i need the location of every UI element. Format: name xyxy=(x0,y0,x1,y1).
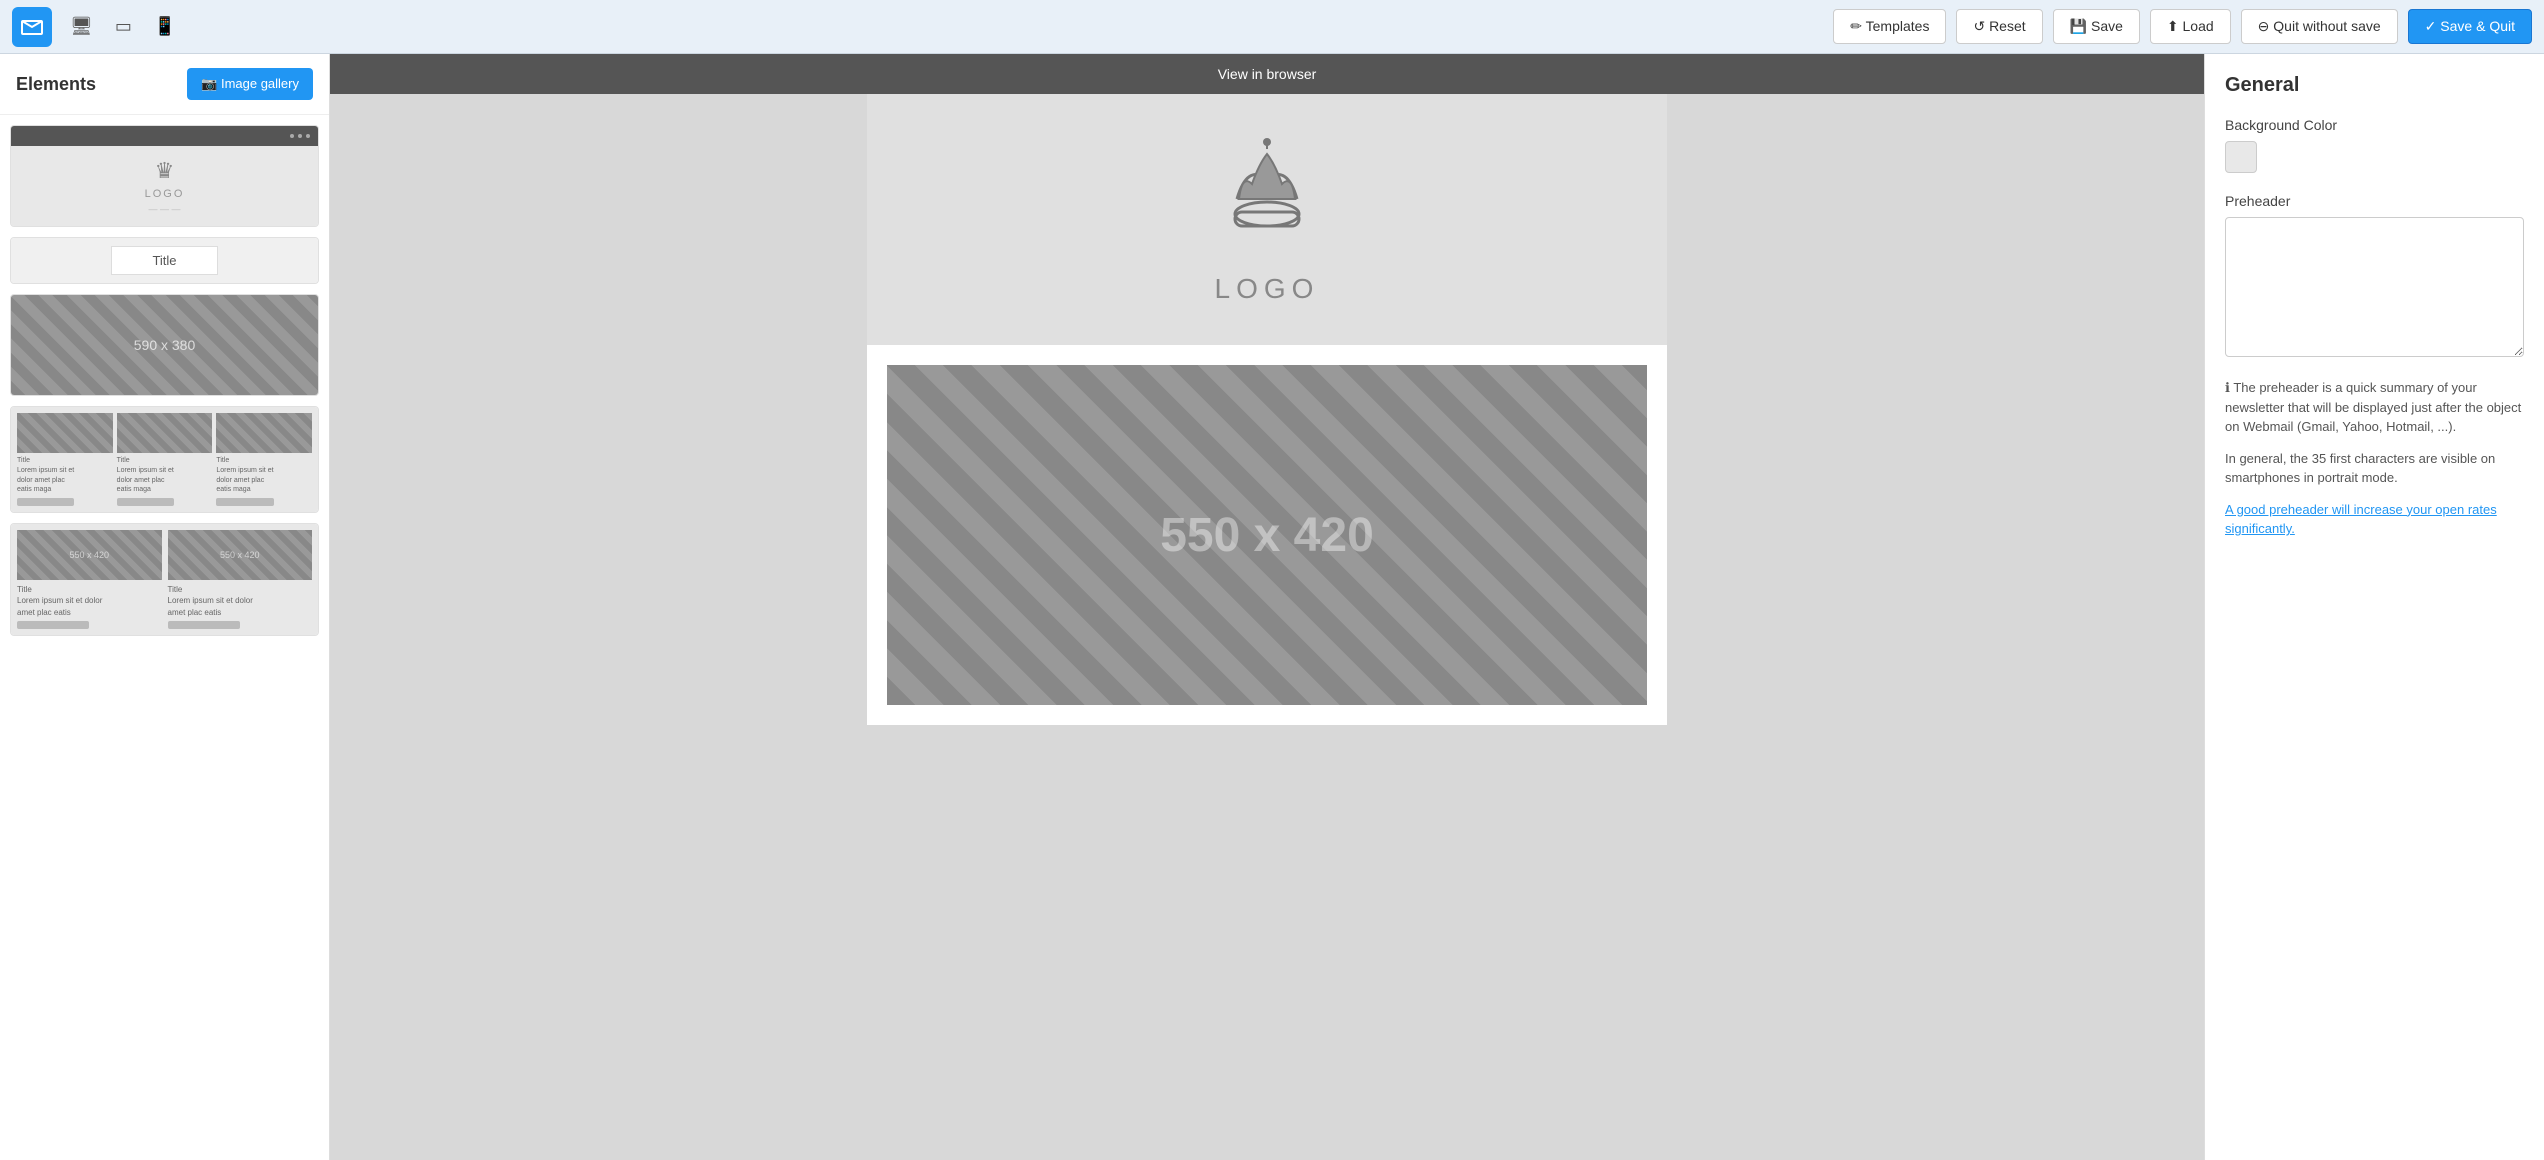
element-3col[interactable]: TitleLorem ipsum sit etdolor amet placea… xyxy=(10,406,319,513)
element-image-590[interactable]: 590 x 380 xyxy=(10,294,319,396)
thumb-col-btn-2 xyxy=(117,498,174,506)
save-quit-button[interactable]: ✓ Save & Quit xyxy=(2408,9,2532,44)
elements-title: Elements xyxy=(16,74,96,95)
thumb-3col: TitleLorem ipsum sit etdolor amet placea… xyxy=(11,407,318,512)
left-panel: Elements 📷 Image gallery ♛ LOGO — — — xyxy=(0,54,330,1160)
thumb-sub-text: — — — xyxy=(148,204,180,214)
element-title[interactable]: Title xyxy=(10,237,319,284)
save-button[interactable]: 💾 Save xyxy=(2053,9,2140,44)
navbar: 🖥 ▭ 📱 ✏ Templates ↺ Reset 💾 Save ⬆ Load … xyxy=(0,0,2544,54)
thumb-2col-btn-1 xyxy=(17,621,89,629)
thumb-col-1: TitleLorem ipsum sit etdolor amet placea… xyxy=(17,413,113,506)
thumb-col-text-1: TitleLorem ipsum sit etdolor amet placea… xyxy=(17,456,113,495)
thumb-col-btn-3 xyxy=(216,498,273,506)
mobile-view-button[interactable]: 📱 xyxy=(146,12,184,41)
thumb-2col: 550 x 420 TitleLorem ipsum sit et dolora… xyxy=(11,524,318,635)
canvas-crown-icon xyxy=(1217,134,1317,263)
thumb-crown-icon: ♛ xyxy=(155,158,175,184)
main-layout: Elements 📷 Image gallery ♛ LOGO — — — xyxy=(0,54,2544,1160)
canvas-logo-text: LOGO xyxy=(1215,273,1320,305)
thumb-col-img-3 xyxy=(216,413,312,453)
thumb-col-2: TitleLorem ipsum sit etdolor amet placea… xyxy=(117,413,213,506)
thumb-col-3: TitleLorem ipsum sit etdolor amet placea… xyxy=(216,413,312,506)
thumb-2col-text-1: TitleLorem ipsum sit et doloramet plac e… xyxy=(17,584,162,618)
thumb-title-area: Title xyxy=(11,238,318,283)
general-title: General xyxy=(2225,74,2524,97)
elements-list: ♛ LOGO — — — Title 590 x 380 xyxy=(0,115,329,646)
left-panel-header: Elements 📷 Image gallery xyxy=(0,54,329,115)
thumb-image-area: 590 x 380 xyxy=(11,295,318,395)
thumb-col-img-1 xyxy=(17,413,113,453)
thumb-2col-item-1: 550 x 420 TitleLorem ipsum sit et dolora… xyxy=(17,530,162,629)
thumb-3col-row: TitleLorem ipsum sit etdolor amet placea… xyxy=(17,413,312,506)
thumb-col-text-3: TitleLorem ipsum sit etdolor amet placea… xyxy=(216,456,312,495)
app-logo xyxy=(12,7,52,47)
thumb-nav-bar xyxy=(11,126,318,146)
email-canvas: LOGO 550 x 420 xyxy=(867,94,1667,725)
thumb-2col-img-1: 550 x 420 xyxy=(17,530,162,580)
canvas-big-image: 550 x 420 xyxy=(887,365,1647,705)
thumb-2col-item-2: 550 x 420 TitleLorem ipsum sit et dolora… xyxy=(168,530,313,629)
center-canvas: View in browser LOGO xyxy=(330,54,2204,1160)
element-nav-logo[interactable]: ♛ LOGO — — — xyxy=(10,125,319,227)
tablet-view-button[interactable]: ▭ xyxy=(107,12,140,41)
preheader-link[interactable]: A good preheader will increase your open… xyxy=(2225,502,2497,537)
nav-dot-1 xyxy=(290,134,294,138)
thumb-2col-row: 550 x 420 TitleLorem ipsum sit et dolora… xyxy=(17,530,312,629)
thumb-logo-text: LOGO xyxy=(145,188,185,200)
preheader-label: Preheader xyxy=(2225,193,2524,209)
element-2col[interactable]: 550 x 420 TitleLorem ipsum sit et dolora… xyxy=(10,523,319,636)
preheader-info-1: ℹ The preheader is a quick summary of yo… xyxy=(2225,378,2524,437)
thumb-2col-text-2: TitleLorem ipsum sit et doloramet plac e… xyxy=(168,584,313,618)
canvas-logo-section: LOGO xyxy=(867,94,1667,345)
view-in-browser-bar: View in browser xyxy=(330,54,2204,94)
preheader-input[interactable] xyxy=(2225,217,2524,357)
nav-dot-3 xyxy=(306,134,310,138)
device-buttons: 🖥 ▭ 📱 xyxy=(62,12,184,41)
right-panel: General Background Color Preheader ℹ The… xyxy=(2204,54,2544,1160)
thumb-2col-btn-2 xyxy=(168,621,240,629)
templates-button[interactable]: ✏ Templates xyxy=(1833,9,1946,44)
background-color-label: Background Color xyxy=(2225,117,2524,133)
quit-without-save-button[interactable]: ⊖ Quit without save xyxy=(2241,9,2398,44)
load-button[interactable]: ⬆ Load xyxy=(2150,9,2231,44)
image-gallery-button[interactable]: 📷 Image gallery xyxy=(187,68,313,100)
thumb-image-label: 590 x 380 xyxy=(134,337,196,353)
preheader-info-2: In general, the 35 first characters are … xyxy=(2225,449,2524,488)
thumb-title-box: Title xyxy=(111,246,217,275)
thumb-logo-area: ♛ LOGO — — — xyxy=(11,146,318,226)
canvas-big-label: 550 x 420 xyxy=(1160,508,1374,563)
reset-button[interactable]: ↺ Reset xyxy=(1956,9,2042,44)
nav-dot-2 xyxy=(298,134,302,138)
thumb-col-text-2: TitleLorem ipsum sit etdolor amet placea… xyxy=(117,456,213,495)
canvas-image-section[interactable]: 550 x 420 xyxy=(867,345,1667,725)
background-color-swatch[interactable] xyxy=(2225,141,2257,173)
desktop-view-button[interactable]: 🖥 xyxy=(62,12,101,41)
thumb-col-img-2 xyxy=(117,413,213,453)
thumb-col-btn-1 xyxy=(17,498,74,506)
thumb-2col-img-2: 550 x 420 xyxy=(168,530,313,580)
